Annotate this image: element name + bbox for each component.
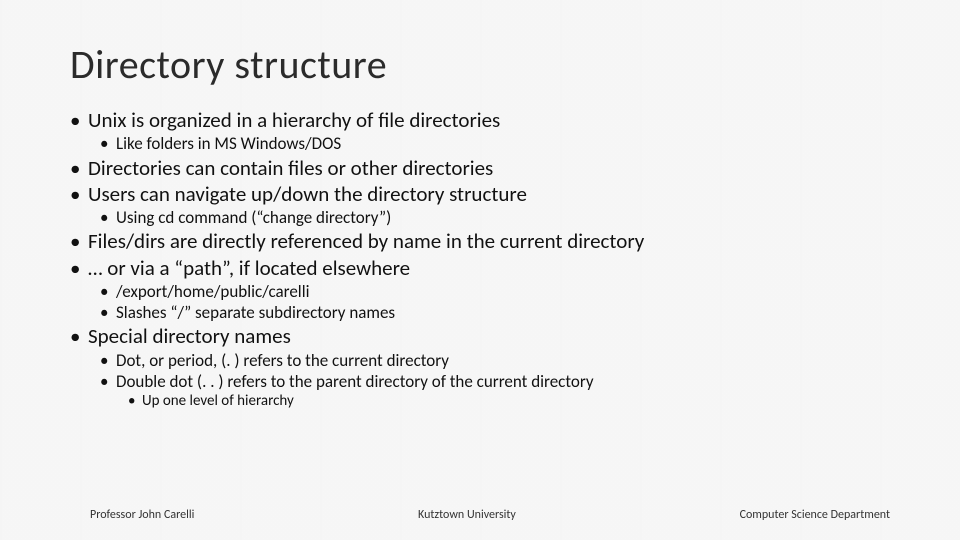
bullet-l2: Dot, or period, (. ) refers to the curre…	[100, 350, 890, 371]
bullet-l2: /export/home/public/carelli	[100, 281, 890, 302]
slide: Directory structure Unix is organized in…	[0, 0, 960, 540]
bullet-l1: Special directory names	[70, 323, 890, 349]
slide-body: Unix is organized in a hierarchy of file…	[70, 107, 890, 412]
bullet-l1: Files/dirs are directly referenced by na…	[70, 228, 890, 254]
slide-footer: Professor John Carelli Kutztown Universi…	[0, 508, 960, 522]
slide-title: Directory structure	[70, 40, 890, 89]
bullet-l1: … or via a “path”, if located elsewhere	[70, 255, 890, 281]
bullet-l2: Double dot (. . ) refers to the parent d…	[100, 371, 890, 392]
bullet-l3: Up one level of hierarchy	[128, 392, 890, 412]
footer-center: Kutztown University	[418, 508, 516, 522]
bullet-l1: Users can navigate up/down the directory…	[70, 181, 890, 207]
footer-right: Computer Science Department	[740, 508, 890, 522]
bullet-l2: Using cd command (“change directory”)	[100, 207, 890, 228]
bullet-l1: Directories can contain files or other d…	[70, 155, 890, 181]
bullet-l2: Like folders in MS Windows/DOS	[100, 133, 890, 154]
bullet-l2: Slashes “/” separate subdirectory names	[100, 302, 890, 323]
footer-left: Professor John Carelli	[90, 508, 194, 522]
bullet-l1: Unix is organized in a hierarchy of file…	[70, 107, 890, 133]
